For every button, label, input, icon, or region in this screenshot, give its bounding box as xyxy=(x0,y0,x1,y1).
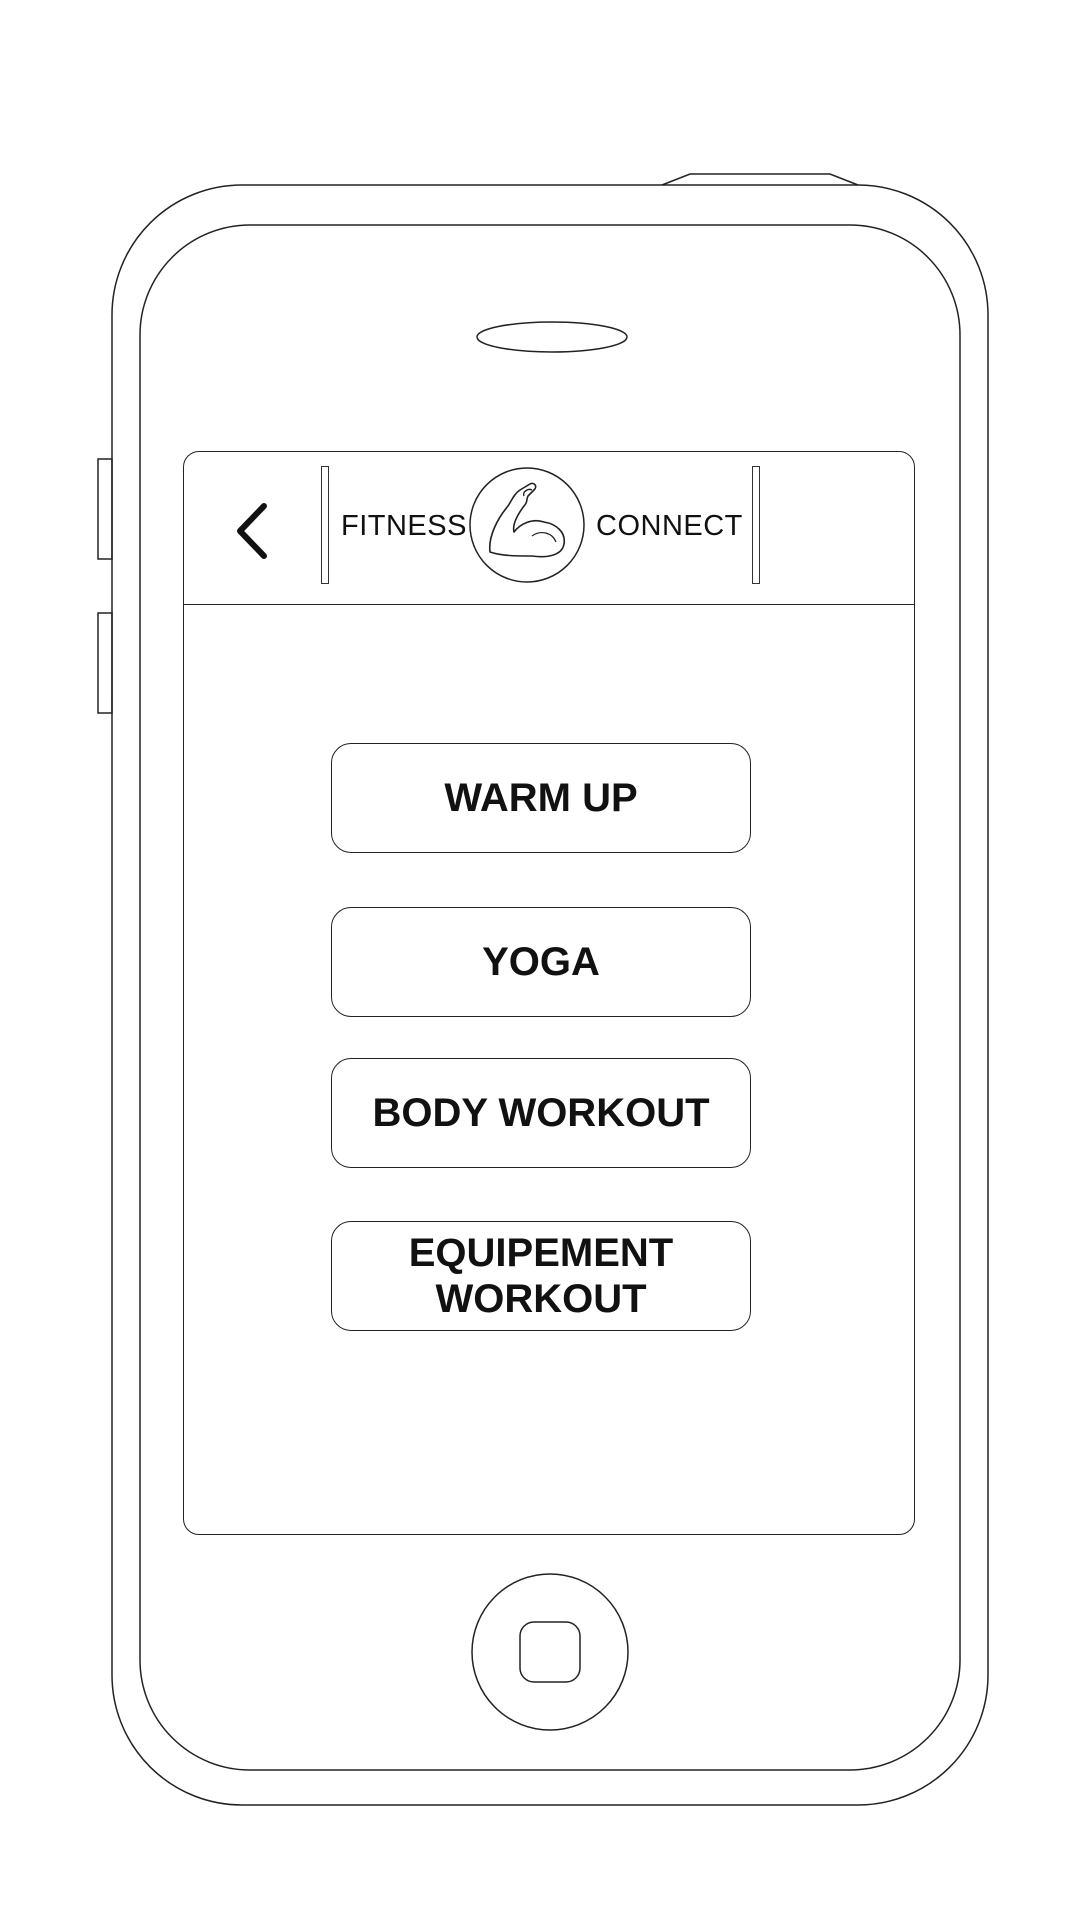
body-workout-button[interactable]: BODY WORKOUT xyxy=(331,1058,751,1168)
menu-item-label-line2: WORKOUT xyxy=(435,1277,647,1321)
equipment-workout-button[interactable]: EQUIPEMENT WORKOUT xyxy=(331,1221,751,1331)
menu-item-label-line1: EQUIPEMENT xyxy=(408,1231,674,1275)
workout-menu: WARM UP YOGA BODY WORKOUT EQUIPEMENT WOR… xyxy=(184,452,914,1534)
warm-up-button[interactable]: WARM UP xyxy=(331,743,751,853)
yoga-button[interactable]: YOGA xyxy=(331,907,751,1017)
phone-mockup: FITNESS CONNECT WARM UP YOGA BODY WORKOU… xyxy=(0,0,1080,1921)
app-screen: FITNESS CONNECT WARM UP YOGA BODY WORKOU… xyxy=(183,451,915,1535)
menu-item-label: YOGA xyxy=(482,940,600,984)
menu-item-label: WARM UP xyxy=(444,776,638,820)
home-button-icon[interactable] xyxy=(470,1572,630,1732)
speaker-grille-icon xyxy=(476,321,628,353)
menu-item-label: BODY WORKOUT xyxy=(372,1091,710,1135)
